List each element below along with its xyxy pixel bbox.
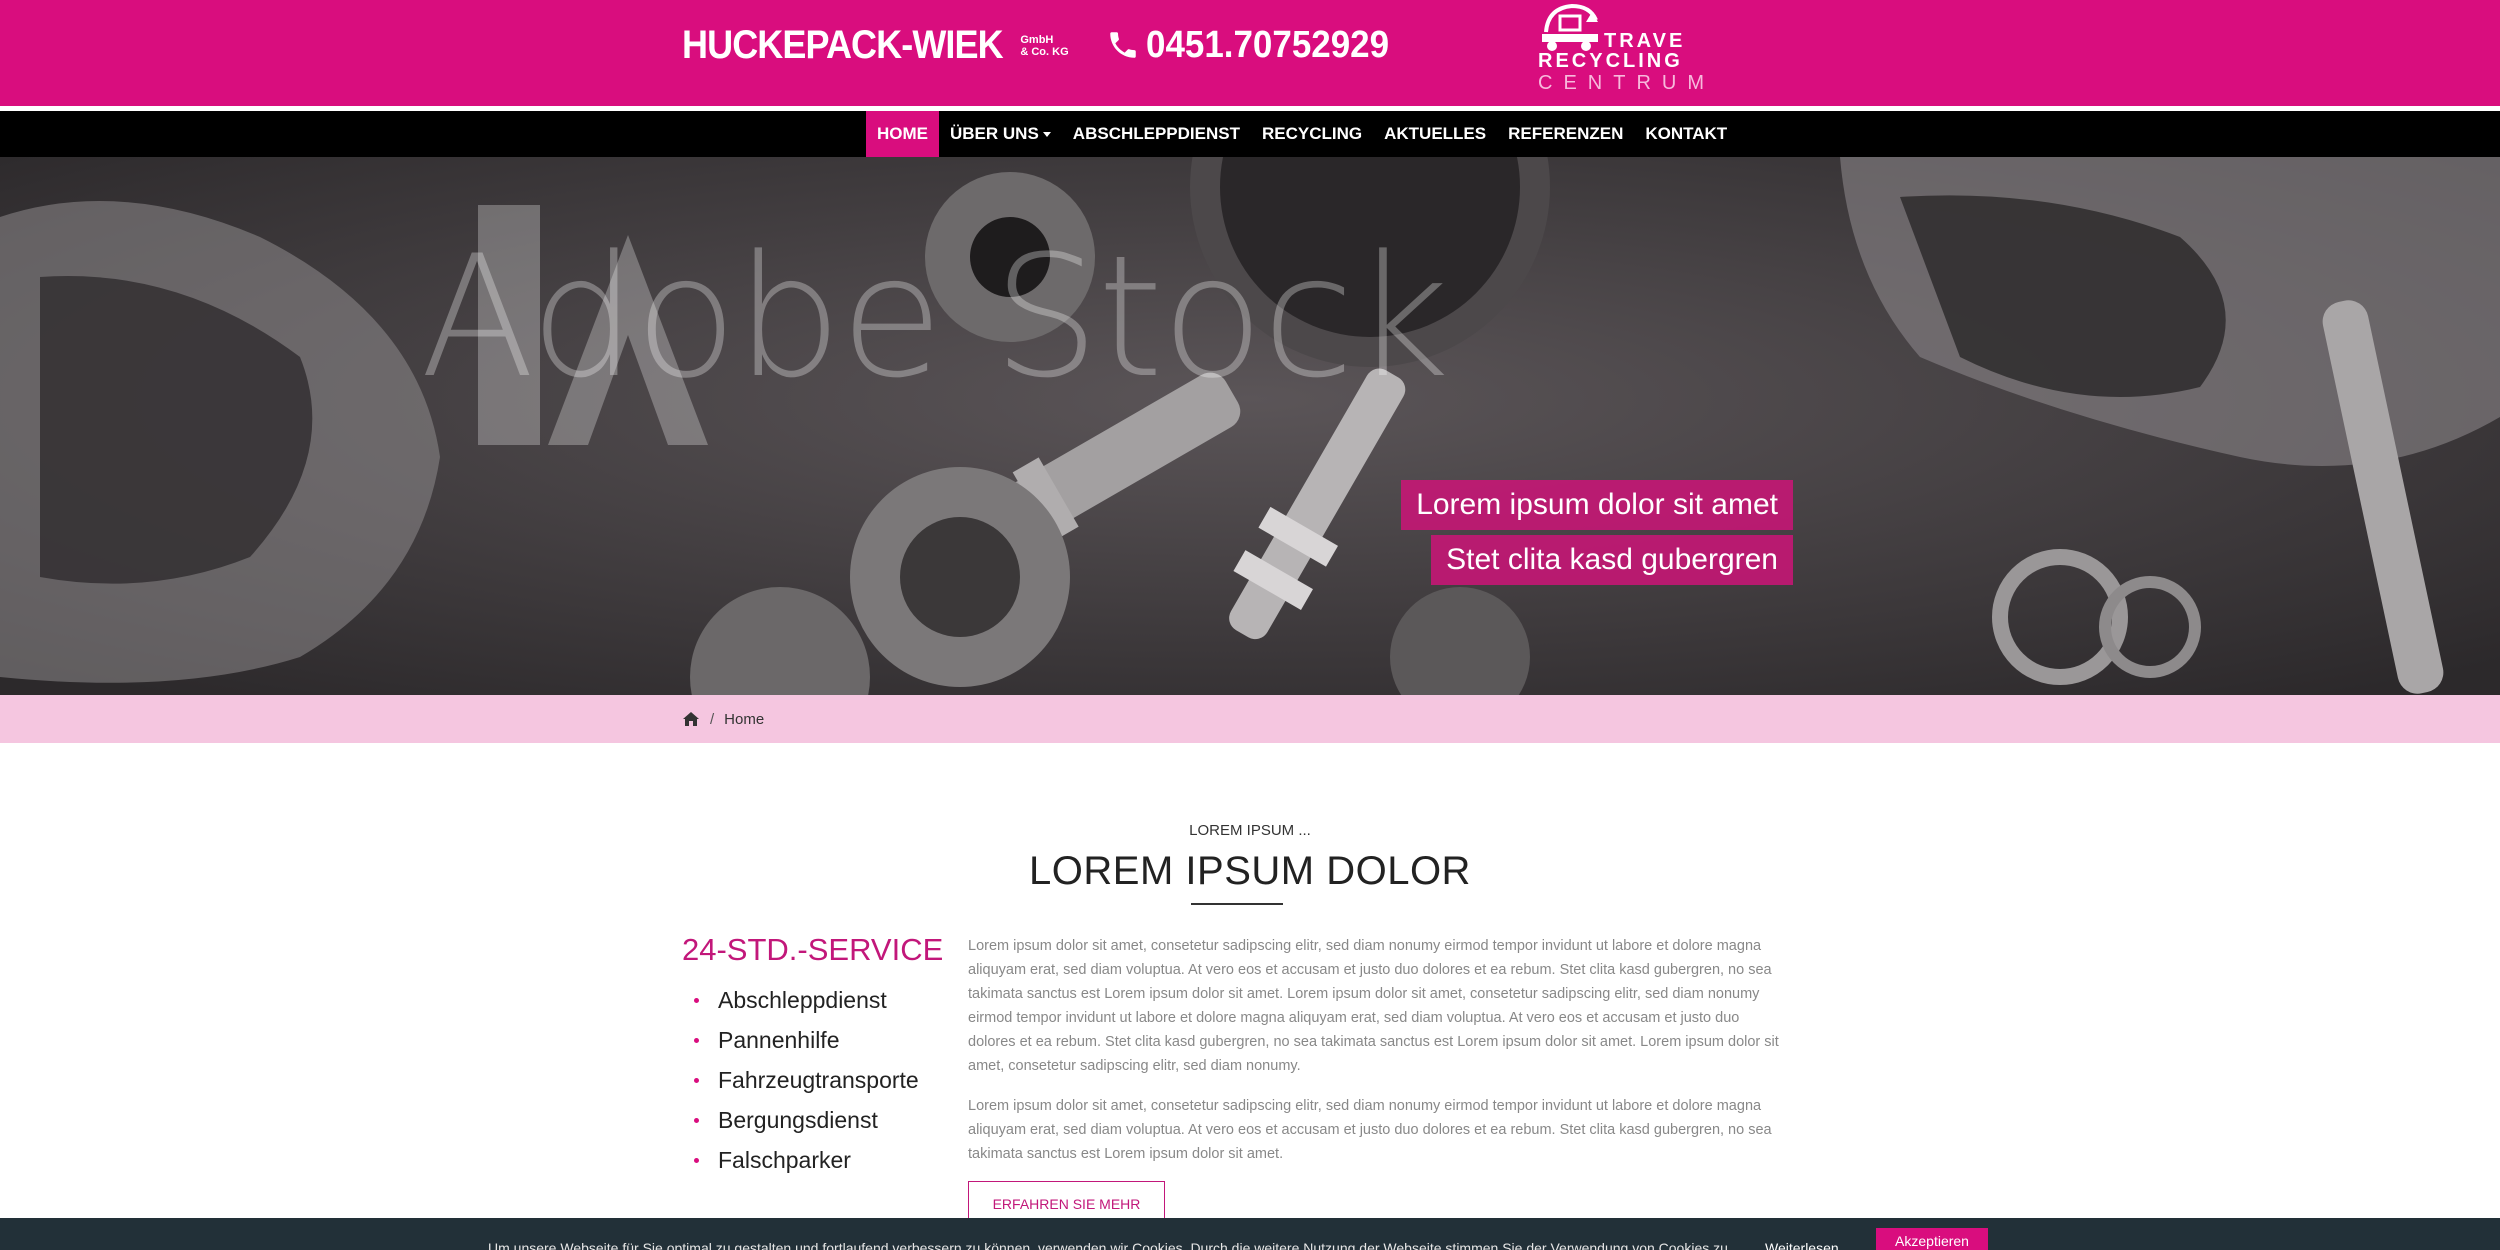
list-item: Falschparker: [692, 1140, 919, 1180]
breadcrumb: / Home: [0, 695, 2500, 743]
recycling-truck-icon: [1542, 3, 1598, 51]
nav-item-recycling[interactable]: RECYCLING: [1251, 111, 1373, 157]
partner-name-2: RECYCLING: [1538, 50, 1683, 72]
nav-item-home[interactable]: HOME: [866, 111, 939, 157]
watermark-text: Adobe Stock: [420, 219, 1450, 415]
nav-item-abschleppdienst[interactable]: ABSCHLEPPDIENST: [1062, 111, 1251, 157]
nav-item-referenzen[interactable]: REFERENZEN: [1497, 111, 1634, 157]
phone-number: 0451.70752929: [1146, 24, 1390, 66]
cookie-accept-button[interactable]: Akzeptieren: [1876, 1228, 1988, 1250]
intro-paragraph-1: Lorem ipsum dolor sit amet, consetetur s…: [968, 938, 1779, 1074]
list-item: Abschleppdienst: [692, 980, 919, 1020]
section-heading: LOREM IPSUM DOLOR: [1029, 849, 1471, 893]
nav-item-ueber-uns[interactable]: ÜBER UNS: [939, 111, 1062, 157]
nav-item-aktuelles[interactable]: AKTUELLES: [1373, 111, 1497, 157]
section-kicker: LOREM IPSUM ...: [1189, 822, 1311, 839]
top-header: HUCKEPACK-WIEK GmbH & Co. KG 0451.707529…: [0, 0, 2500, 106]
hero-caption-1: Lorem ipsum dolor sit amet: [1401, 480, 1793, 530]
service-list: Abschleppdienst Pannenhilfe Fahrzeugtran…: [692, 980, 919, 1180]
partner-name-3: CENTRUM: [1538, 72, 1715, 94]
main-navigation: HOME ÜBER UNS ABSCHLEPPDIENST RECYCLING …: [0, 111, 2500, 157]
nav-list: HOME ÜBER UNS ABSCHLEPPDIENST RECYCLING …: [866, 111, 1738, 157]
home-icon[interactable]: [682, 711, 700, 727]
logo-legal-form: GmbH & Co. KG: [1020, 34, 1069, 58]
cookie-banner: Um unsere Webseite für Sie optimal zu ge…: [0, 1218, 2500, 1250]
caret-down-icon: [1042, 132, 1051, 138]
cookie-notice-text: Um unsere Webseite für Sie optimal zu ge…: [488, 1240, 1732, 1250]
phone-link[interactable]: 0451.70752929: [1106, 22, 1410, 68]
nav-item-kontakt[interactable]: KONTAKT: [1634, 111, 1738, 157]
breadcrumb-separator: /: [710, 710, 715, 728]
hero-caption-2: Stet clita kasd gubergren: [1431, 535, 1793, 585]
list-item: Pannenhilfe: [692, 1020, 919, 1060]
logo-wordmark: HUCKEPACK-WIEK: [682, 23, 1004, 67]
intro-paragraph-2: Lorem ipsum dolor sit amet, consetetur s…: [968, 1098, 1772, 1162]
breadcrumb-trail: / Home: [682, 695, 764, 743]
breadcrumb-current: Home: [724, 710, 765, 728]
hero-banner: Adobe Stock Lorem ipsum dolor sit amet S…: [0, 157, 2500, 695]
list-item: Fahrzeugtransporte: [692, 1060, 919, 1100]
heading-underline: [1191, 903, 1283, 905]
cookie-read-more-link[interactable]: Weiterlesen: [1765, 1240, 1839, 1250]
trave-recycling-logo[interactable]: TRAVE RECYCLING CENTRUM: [1536, 0, 1704, 100]
list-item: Bergungsdienst: [692, 1100, 919, 1140]
site-logo[interactable]: HUCKEPACK-WIEK GmbH & Co. KG: [682, 22, 1069, 68]
service-title: 24-STD.-SERVICE: [682, 932, 944, 967]
phone-icon: [1110, 32, 1136, 58]
